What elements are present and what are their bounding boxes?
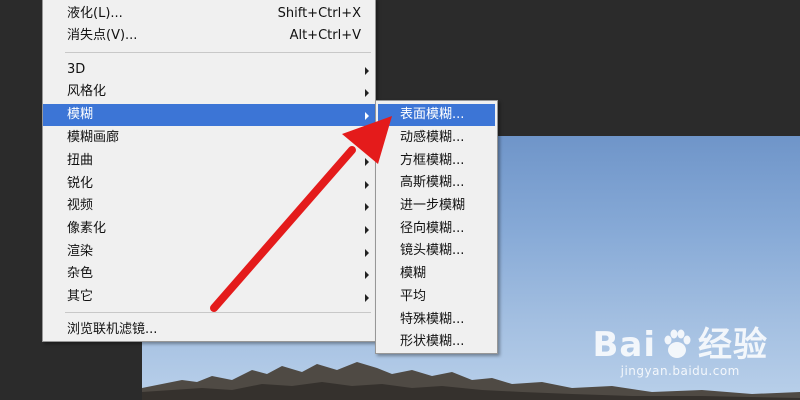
submenu-item-label: 进一步模糊 bbox=[400, 198, 466, 213]
menu-item-other[interactable]: 其它 bbox=[43, 286, 375, 308]
menu-item-shortcut: Shift+Ctrl+X bbox=[277, 6, 361, 21]
menu-item-shortcut: Alt+Ctrl+V bbox=[289, 28, 361, 43]
menu-item-label: 模糊 bbox=[67, 107, 94, 122]
menu-item-label: 3D bbox=[67, 62, 86, 77]
menu-item-distort[interactable]: 扭曲 bbox=[43, 150, 375, 172]
submenu-item-label: 特殊模糊... bbox=[400, 312, 465, 327]
menu-item-sharpen[interactable]: 锐化 bbox=[43, 173, 375, 195]
submenu-item-label: 平均 bbox=[400, 289, 427, 304]
submenu-arrow-icon bbox=[365, 67, 369, 75]
submenu-item-label: 模糊 bbox=[400, 266, 427, 281]
menu-item-stylize[interactable]: 风格化 bbox=[43, 81, 375, 103]
submenu-item-blur[interactable]: 模糊 bbox=[378, 263, 495, 285]
menu-item-liquify[interactable]: 液化(L)... Shift+Ctrl+X bbox=[43, 3, 375, 25]
menu-item-video[interactable]: 视频 bbox=[43, 195, 375, 217]
submenu-arrow-icon bbox=[365, 271, 369, 279]
submenu-arrow-icon bbox=[365, 112, 369, 120]
menu-item-vanishing-point[interactable]: 消失点(V)... Alt+Ctrl+V bbox=[43, 25, 375, 47]
submenu-item-gaussian-blur[interactable]: 高斯模糊... bbox=[378, 172, 495, 194]
submenu-item-shape-blur[interactable]: 形状模糊... bbox=[378, 331, 495, 353]
menu-separator bbox=[65, 312, 371, 313]
submenu-item-label: 方框模糊... bbox=[400, 153, 465, 168]
submenu-item-label: 径向模糊... bbox=[400, 221, 465, 236]
menu-item-label: 渲染 bbox=[67, 244, 94, 259]
submenu-item-average[interactable]: 平均 bbox=[378, 286, 495, 308]
submenu-arrow-icon bbox=[365, 294, 369, 302]
submenu-item-label: 形状模糊... bbox=[400, 334, 465, 349]
menu-item-label: 液化(L)... bbox=[67, 6, 123, 21]
watermark-logo-suffix: 经验 bbox=[698, 325, 768, 365]
submenu-arrow-icon bbox=[365, 203, 369, 211]
watermark-url: jingyan.baidu.com bbox=[620, 364, 740, 378]
submenu-arrow-icon bbox=[365, 135, 369, 143]
menu-item-label: 其它 bbox=[67, 289, 94, 304]
menu-item-blur-gallery[interactable]: 模糊画廊 bbox=[43, 127, 375, 149]
menu-item-label: 杂色 bbox=[67, 266, 94, 281]
menu-item-label: 像素化 bbox=[67, 221, 107, 236]
submenu-item-surface-blur[interactable]: 表面模糊... bbox=[378, 104, 495, 126]
submenu-arrow-icon bbox=[365, 181, 369, 189]
menu-item-blur[interactable]: 模糊 bbox=[43, 104, 375, 126]
watermark-logo-text: Bai bbox=[592, 325, 656, 365]
menu-item-label: 浏览联机滤镜... bbox=[67, 322, 158, 337]
submenu-item-lens-blur[interactable]: 镜头模糊... bbox=[378, 240, 495, 262]
menu-item-pixelate[interactable]: 像素化 bbox=[43, 218, 375, 240]
blur-submenu: 表面模糊... 动感模糊... 方框模糊... 高斯模糊... 进一步模糊 径向… bbox=[375, 100, 498, 354]
menu-item-3d[interactable]: 3D bbox=[43, 59, 375, 81]
submenu-item-blur-more[interactable]: 进一步模糊 bbox=[378, 195, 495, 217]
menu-item-render[interactable]: 渲染 bbox=[43, 241, 375, 263]
baidu-jingyan-watermark: Bai 经验 jingyan.baidu.com bbox=[592, 326, 768, 378]
menu-item-label: 扭曲 bbox=[67, 153, 94, 168]
menu-item-noise[interactable]: 杂色 bbox=[43, 263, 375, 285]
submenu-arrow-icon bbox=[365, 226, 369, 234]
menu-item-label: 锐化 bbox=[67, 176, 94, 191]
submenu-item-label: 表面模糊... bbox=[400, 107, 465, 122]
menu-separator bbox=[65, 52, 371, 53]
submenu-arrow-icon bbox=[365, 249, 369, 257]
submenu-item-label: 镜头模糊... bbox=[400, 243, 465, 258]
submenu-item-smart-blur[interactable]: 特殊模糊... bbox=[378, 309, 495, 331]
submenu-item-label: 动感模糊... bbox=[400, 130, 465, 145]
submenu-arrow-icon bbox=[365, 89, 369, 97]
submenu-arrow-icon bbox=[365, 158, 369, 166]
submenu-item-radial-blur[interactable]: 径向模糊... bbox=[378, 218, 495, 240]
paw-icon bbox=[664, 329, 691, 358]
menu-item-label: 视频 bbox=[67, 198, 94, 213]
menu-item-label: 风格化 bbox=[67, 84, 107, 99]
menu-item-label: 模糊画廊 bbox=[67, 130, 120, 145]
submenu-item-label: 高斯模糊... bbox=[400, 175, 465, 190]
submenu-item-motion-blur[interactable]: 动感模糊... bbox=[378, 127, 495, 149]
submenu-item-box-blur[interactable]: 方框模糊... bbox=[378, 150, 495, 172]
menu-item-browse-filters-online[interactable]: 浏览联机滤镜... bbox=[43, 319, 375, 341]
menu-item-label: 消失点(V)... bbox=[67, 28, 138, 43]
filter-menu: 液化(L)... Shift+Ctrl+X 消失点(V)... Alt+Ctrl… bbox=[42, 0, 376, 342]
